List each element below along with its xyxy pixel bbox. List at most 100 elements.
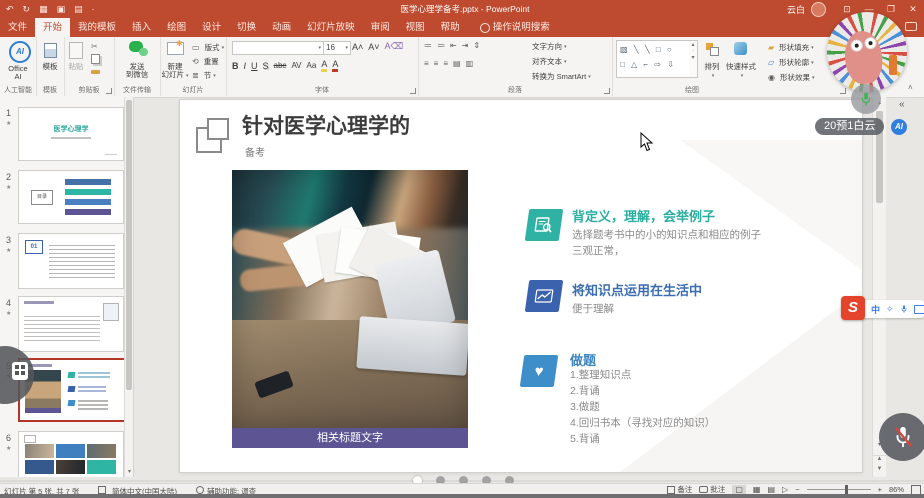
ime-keyboard-icon[interactable] xyxy=(914,305,924,314)
tab-animations[interactable]: 动画 xyxy=(264,18,299,37)
section1-body-line2[interactable]: 三观正常， xyxy=(572,243,625,258)
section3-heart-icon[interactable]: ♥ xyxy=(520,355,558,387)
undo-icon[interactable]: ↶ xyxy=(6,4,14,15)
slide-title[interactable]: 针对医学心理学的 xyxy=(242,110,410,140)
save-icon[interactable]: ▣ xyxy=(57,4,66,15)
strikethrough-button[interactable]: abc xyxy=(274,61,287,70)
tab-my-templates[interactable]: 我的模板 xyxy=(70,18,124,37)
change-case-button[interactable]: Aa xyxy=(307,61,317,70)
shape-gallery[interactable]: ▧ ╲ ╲ □ ○ □ △ ⌐ ⇨ ⇩ xyxy=(616,40,690,78)
text-direction-button[interactable]: 文字方向▾ xyxy=(532,41,567,52)
tab-slideshow[interactable]: 幻灯片放映 xyxy=(299,18,363,37)
ai-assistant-badge[interactable]: AI xyxy=(891,119,907,135)
tab-view[interactable]: 视图 xyxy=(398,18,433,37)
zoom-level[interactable]: 86% xyxy=(889,485,904,494)
numbering-icon[interactable]: ≕ xyxy=(437,41,445,50)
cut-icon[interactable]: ✂ xyxy=(91,42,98,51)
section1-title[interactable]: 背定义，理解，会举例子 xyxy=(572,206,715,225)
new-slide-button[interactable]: 新建幻灯片▾ xyxy=(160,63,190,80)
columns-icon[interactable]: ▥ xyxy=(466,59,474,68)
tab-insert[interactable]: 插入 xyxy=(124,18,159,37)
italic-button[interactable]: I xyxy=(244,61,247,71)
line-spacing-icon[interactable]: ⇕ xyxy=(473,41,480,50)
zoom-slider[interactable] xyxy=(807,489,871,490)
folder-icon[interactable]: ▤ xyxy=(74,4,83,15)
slide-thumbnail-3[interactable]: 01 xyxy=(18,233,124,289)
font-size-combobox[interactable]: 16▾ xyxy=(323,41,351,55)
align-text-button[interactable]: 对齐文本▾ xyxy=(532,56,567,67)
align-right-icon[interactable]: ≡ xyxy=(443,59,448,68)
slide-subtitle[interactable]: 备考 xyxy=(245,144,265,159)
account-avatar[interactable] xyxy=(811,2,826,17)
slide-photo[interactable] xyxy=(232,170,468,428)
slideshow-start-icon[interactable]: ▦ xyxy=(39,4,48,15)
comments-bubble-icon[interactable] xyxy=(905,22,917,31)
slide-thumbnail-1[interactable]: 医学心理学 xyxy=(18,107,124,161)
shape-effects-button[interactable]: ◉形状效果▾ xyxy=(768,72,815,83)
reset-button[interactable]: ⟲重置 xyxy=(192,56,219,67)
justify-icon[interactable]: ▤ xyxy=(453,59,461,68)
slide-thumbnail-6[interactable] xyxy=(18,431,124,477)
template-icon[interactable] xyxy=(44,43,57,58)
qat-more-icon[interactable]: ∙ xyxy=(92,4,95,14)
template-button[interactable]: 模板 xyxy=(36,63,64,71)
slide-thumbnail-2[interactable]: 目录 xyxy=(18,170,124,224)
section2-title[interactable]: 将知识点运用在生活中 xyxy=(572,280,702,299)
shape-gallery-scroll[interactable]: ▴·▾ xyxy=(689,40,698,78)
participant-webcam-bubble[interactable] xyxy=(827,12,907,92)
tab-review[interactable]: 审阅 xyxy=(363,18,398,37)
section1-body-line1[interactable]: 选择题考书中的小的知识点和相应的例子 xyxy=(572,227,761,242)
section1-document-search-icon[interactable] xyxy=(525,209,563,241)
section3-item-3[interactable]: 3.做题 xyxy=(570,399,600,414)
underline-button[interactable]: U xyxy=(251,61,258,71)
section-button[interactable]: ≣节▾ xyxy=(192,70,216,81)
slide-logo-icon[interactable] xyxy=(196,118,236,154)
character-spacing-button[interactable]: AV xyxy=(291,61,301,70)
highlight-color-button[interactable]: A xyxy=(321,59,327,72)
send-to-wechat-button[interactable]: 发送到微信 xyxy=(114,63,160,79)
layout-button[interactable]: ▭版式▾ xyxy=(192,42,224,53)
tell-me-search[interactable]: 操作说明搜索 xyxy=(493,18,558,37)
paste-button[interactable]: 粘贴 xyxy=(64,63,88,71)
ime-language-toggle[interactable]: 中 xyxy=(871,303,880,316)
tab-transitions[interactable]: 切换 xyxy=(229,18,264,37)
section3-item-2[interactable]: 2.背诵 xyxy=(570,383,600,398)
thumbnail-scrollbar-thumb[interactable] xyxy=(126,100,132,390)
grow-font-icon[interactable]: A˄ xyxy=(352,42,363,52)
mic-muted-indicator[interactable] xyxy=(879,413,924,461)
shrink-font-icon[interactable]: A˅ xyxy=(368,42,379,52)
view-sorter-button[interactable]: ▦ xyxy=(753,485,761,494)
font-name-combobox[interactable]: ▾ xyxy=(232,41,324,55)
format-painter-icon[interactable] xyxy=(91,70,100,74)
align-left-icon[interactable]: ≡ xyxy=(424,59,429,68)
clear-formatting-icon[interactable]: A⌫ xyxy=(385,41,404,52)
view-normal-button[interactable]: ▢ xyxy=(732,485,746,494)
close-icon[interactable]: ✕ xyxy=(902,0,924,18)
canvas-scrollbar[interactable]: ▴ ▾ ▲ ▼ xyxy=(872,97,886,477)
previous-slide-button[interactable]: ▲ xyxy=(873,455,886,462)
decrease-indent-icon[interactable]: ⇤ xyxy=(450,41,457,50)
section3-item-4[interactable]: 4.回归书本（寻找对应的知识） xyxy=(570,415,715,430)
shape-fill-button[interactable]: ▰形状填充▾ xyxy=(768,42,814,53)
view-reading-button[interactable]: ▤ xyxy=(767,485,775,494)
fit-to-window-icon[interactable] xyxy=(911,485,921,495)
mic-active-indicator[interactable] xyxy=(851,84,881,114)
paste-icon[interactable] xyxy=(69,42,83,59)
zoom-in-button[interactable]: + xyxy=(878,485,882,494)
ime-symbols-icon[interactable]: ✧ xyxy=(886,304,894,315)
redo-icon[interactable]: ↻ xyxy=(23,4,31,15)
thumbnail-panel-scrollbar[interactable]: ▾ xyxy=(124,97,134,477)
tab-home[interactable]: 开始 xyxy=(35,18,70,37)
section3-item-5[interactable]: 5.背诵 xyxy=(570,431,600,446)
zoom-slider-thumb[interactable] xyxy=(845,485,848,494)
scroll-down-icon[interactable]: ▾ xyxy=(125,468,134,475)
smartart-button[interactable]: 转换为 SmartArt▾ xyxy=(532,71,591,82)
tab-design[interactable]: 设计 xyxy=(194,18,229,37)
tab-help[interactable]: 帮助 xyxy=(433,18,468,37)
photo-caption-bar[interactable]: 相关标题文字 xyxy=(232,428,468,448)
slide-thumbnail-5-selected[interactable] xyxy=(18,358,126,422)
bold-button[interactable]: B xyxy=(232,61,239,71)
section2-chart-icon[interactable] xyxy=(525,280,563,312)
account-name[interactable]: 云白 xyxy=(787,3,805,16)
shape-outline-button[interactable]: ▱形状轮廓▾ xyxy=(768,57,814,68)
